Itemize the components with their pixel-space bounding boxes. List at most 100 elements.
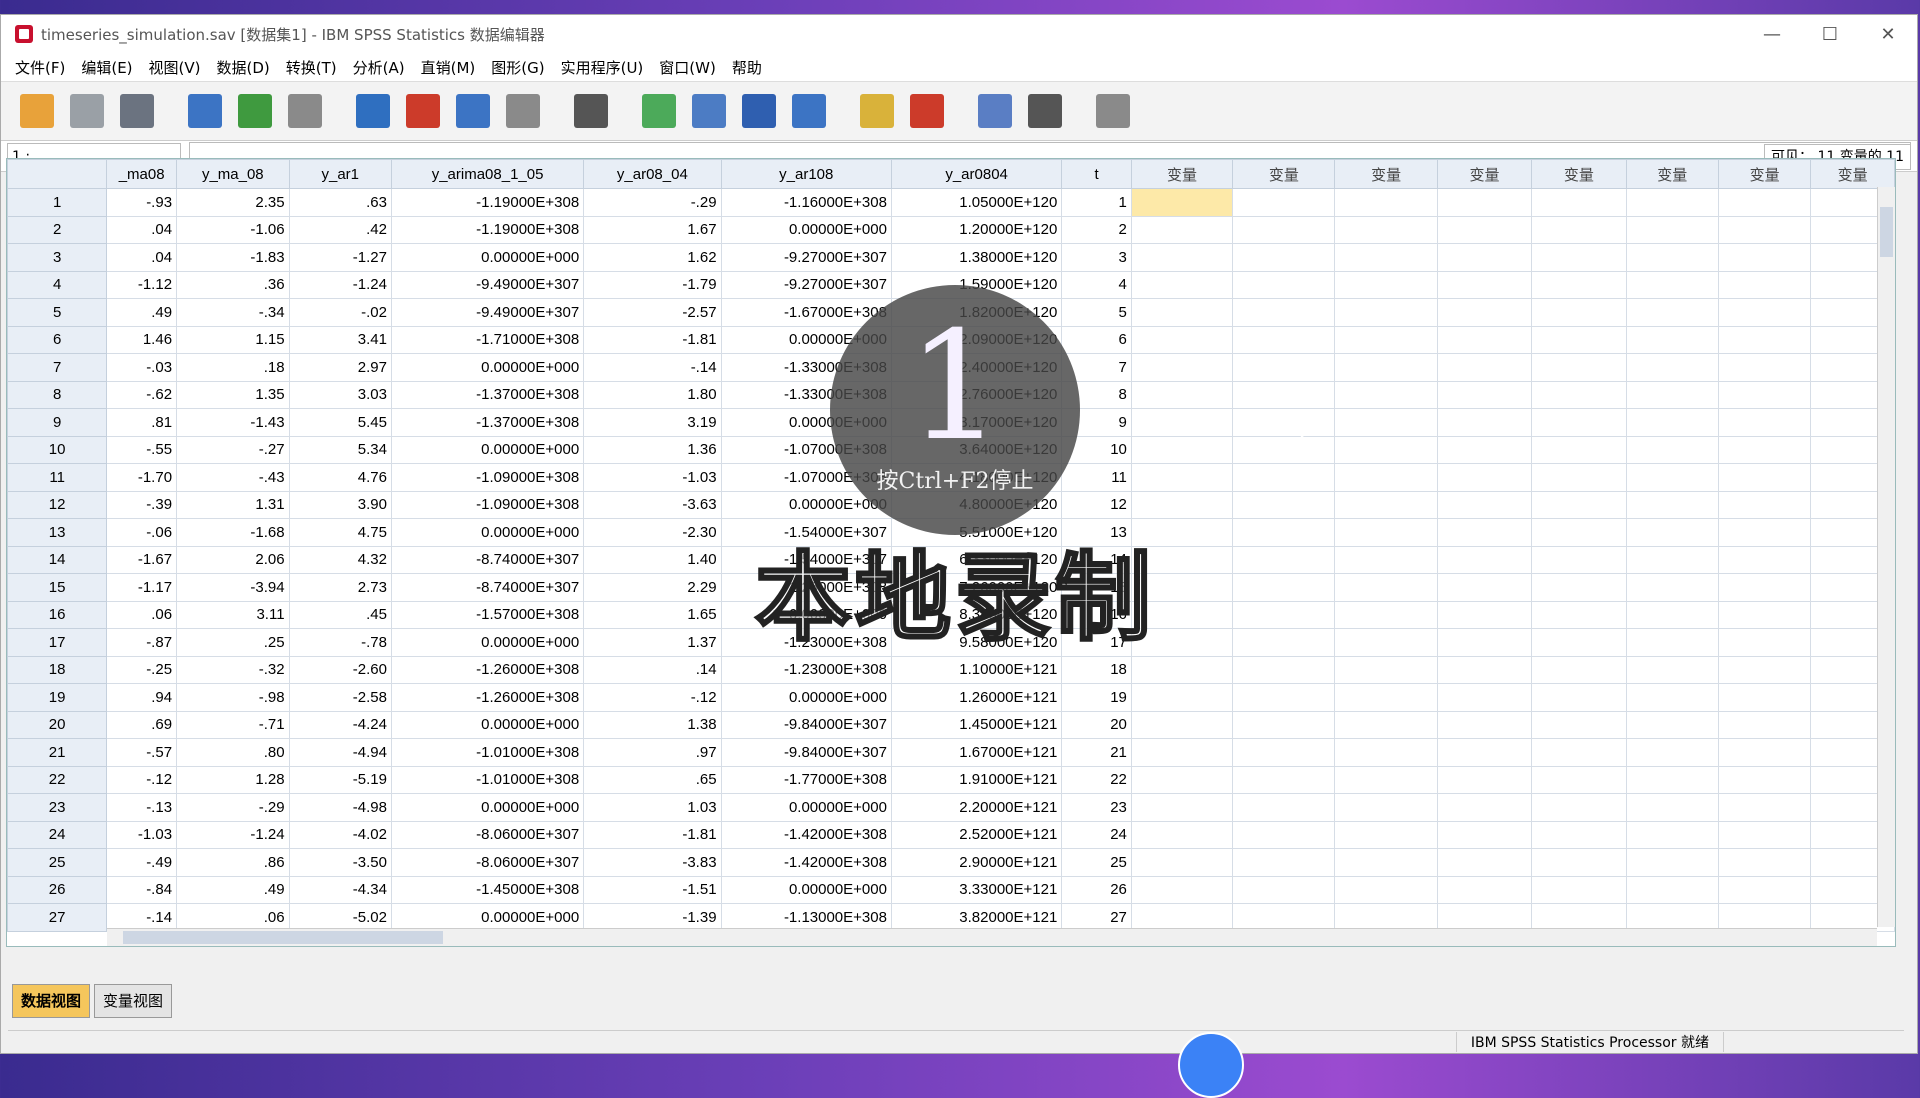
data-cell[interactable] bbox=[1334, 683, 1438, 712]
column-header[interactable]: y_ar1 bbox=[288, 159, 392, 189]
data-cell[interactable]: 0.00000E+000 bbox=[390, 518, 585, 547]
data-cell[interactable]: .63 bbox=[288, 188, 392, 217]
column-header[interactable]: 变量 bbox=[1232, 159, 1336, 189]
run-descriptive-button[interactable] bbox=[501, 89, 545, 133]
data-cell[interactable] bbox=[1334, 738, 1438, 767]
column-header[interactable]: 变量 bbox=[1130, 159, 1234, 189]
data-cell[interactable]: 4 bbox=[1061, 270, 1132, 299]
column-header[interactable]: _ma08 bbox=[106, 159, 178, 189]
column-header[interactable]: 变量 bbox=[1334, 159, 1438, 189]
data-cell[interactable]: -.27 bbox=[176, 435, 290, 464]
data-cell[interactable] bbox=[1717, 628, 1812, 657]
insert-variable-button[interactable] bbox=[687, 89, 731, 133]
data-cell[interactable]: -.87 bbox=[106, 628, 178, 657]
data-cell[interactable] bbox=[1717, 683, 1812, 712]
data-cell[interactable]: -1.01000E+308 bbox=[390, 765, 585, 794]
data-cell[interactable]: -1.37000E+308 bbox=[390, 408, 585, 437]
data-cell[interactable]: .04 bbox=[106, 215, 178, 244]
data-cell[interactable] bbox=[1717, 738, 1812, 767]
data-cell[interactable]: -4.02 bbox=[288, 820, 392, 849]
data-cell[interactable] bbox=[1232, 600, 1336, 629]
data-cell[interactable] bbox=[1531, 298, 1627, 327]
data-cell[interactable]: -.49 bbox=[106, 848, 178, 877]
data-cell[interactable]: 3 bbox=[1061, 243, 1132, 272]
data-cell[interactable]: 2.29 bbox=[583, 573, 722, 602]
data-cell[interactable] bbox=[1625, 875, 1719, 904]
data-cell[interactable]: 2.20000E+121 bbox=[890, 793, 1063, 822]
data-cell[interactable] bbox=[1334, 435, 1438, 464]
data-cell[interactable]: -1.26000E+308 bbox=[390, 655, 585, 684]
data-cell[interactable] bbox=[1625, 353, 1719, 382]
data-cell[interactable] bbox=[1334, 903, 1438, 932]
data-cell[interactable]: .69 bbox=[106, 710, 178, 739]
data-cell[interactable]: -1.01000E+308 bbox=[390, 738, 585, 767]
data-cell[interactable]: -2.58 bbox=[288, 683, 392, 712]
data-cell[interactable] bbox=[1232, 490, 1336, 519]
data-cell[interactable] bbox=[1531, 600, 1627, 629]
recorder-taskbar-icon[interactable] bbox=[1178, 1032, 1244, 1098]
data-cell[interactable]: -1.81 bbox=[583, 820, 722, 849]
grid-corner[interactable] bbox=[7, 159, 108, 189]
menu-item-7[interactable]: 图形(G) bbox=[483, 57, 552, 78]
data-cell[interactable]: 1.10000E+121 bbox=[890, 655, 1063, 684]
row-number[interactable]: 19 bbox=[7, 683, 108, 712]
data-cell[interactable] bbox=[1717, 353, 1812, 382]
data-cell[interactable] bbox=[1531, 875, 1627, 904]
data-cell[interactable]: .86 bbox=[176, 848, 290, 877]
row-number[interactable]: 24 bbox=[7, 820, 108, 849]
menu-item-6[interactable]: 直销(M) bbox=[413, 57, 484, 78]
data-cell[interactable]: 1.37 bbox=[583, 628, 722, 657]
horizontal-scrollbar[interactable] bbox=[107, 928, 1877, 946]
data-cell[interactable]: 1.46 bbox=[106, 325, 178, 354]
data-cell[interactable] bbox=[1531, 353, 1627, 382]
menu-item-3[interactable]: 数据(D) bbox=[209, 57, 278, 78]
data-cell[interactable] bbox=[1130, 683, 1234, 712]
data-cell[interactable]: -1.09000E+308 bbox=[390, 463, 585, 492]
data-cell[interactable] bbox=[1717, 600, 1812, 629]
data-cell[interactable] bbox=[1625, 903, 1719, 932]
data-cell[interactable] bbox=[1334, 545, 1438, 574]
data-cell[interactable] bbox=[1232, 298, 1336, 327]
data-cell[interactable] bbox=[1436, 628, 1533, 657]
data-cell[interactable] bbox=[1334, 848, 1438, 877]
data-cell[interactable]: .45 bbox=[288, 600, 392, 629]
data-cell[interactable] bbox=[1625, 848, 1719, 877]
data-cell[interactable] bbox=[1232, 325, 1336, 354]
data-cell[interactable] bbox=[1436, 463, 1533, 492]
data-cell[interactable]: -1.03 bbox=[106, 820, 178, 849]
data-cell[interactable]: -1.06 bbox=[176, 215, 290, 244]
data-cell[interactable] bbox=[1334, 518, 1438, 547]
data-cell[interactable]: 22 bbox=[1061, 765, 1132, 794]
data-cell[interactable]: 3.33000E+121 bbox=[890, 875, 1063, 904]
data-cell[interactable] bbox=[1334, 215, 1438, 244]
data-cell[interactable] bbox=[1334, 820, 1438, 849]
variables-button[interactable] bbox=[451, 89, 495, 133]
data-cell[interactable]: 2.35 bbox=[176, 188, 290, 217]
column-header[interactable]: 变量 bbox=[1717, 159, 1812, 189]
data-cell[interactable] bbox=[1130, 875, 1234, 904]
data-cell[interactable] bbox=[1436, 875, 1533, 904]
data-cell[interactable]: -1.42000E+308 bbox=[720, 820, 892, 849]
data-cell[interactable]: -9.49000E+307 bbox=[390, 298, 585, 327]
row-number[interactable]: 27 bbox=[7, 903, 108, 932]
data-cell[interactable] bbox=[1531, 903, 1627, 932]
column-header[interactable]: 变量 bbox=[1810, 159, 1895, 189]
data-cell[interactable] bbox=[1232, 243, 1336, 272]
data-cell[interactable]: -1.27 bbox=[288, 243, 392, 272]
data-cell[interactable]: -8.74000E+307 bbox=[390, 545, 585, 574]
data-cell[interactable] bbox=[1625, 545, 1719, 574]
data-cell[interactable] bbox=[1334, 325, 1438, 354]
data-cell[interactable] bbox=[1130, 903, 1234, 932]
vertical-scroll-thumb[interactable] bbox=[1880, 207, 1893, 257]
data-cell[interactable] bbox=[1436, 848, 1533, 877]
data-cell[interactable] bbox=[1625, 600, 1719, 629]
use-sets-button[interactable] bbox=[973, 89, 1017, 133]
data-cell[interactable] bbox=[1130, 655, 1234, 684]
data-cell[interactable]: -2.57 bbox=[583, 298, 722, 327]
column-header[interactable]: 变量 bbox=[1625, 159, 1719, 189]
data-cell[interactable]: -1.79 bbox=[583, 270, 722, 299]
data-cell[interactable] bbox=[1334, 628, 1438, 657]
data-cell[interactable] bbox=[1232, 903, 1336, 932]
data-cell[interactable]: -2.30 bbox=[583, 518, 722, 547]
data-cell[interactable]: -.62 bbox=[106, 380, 178, 409]
